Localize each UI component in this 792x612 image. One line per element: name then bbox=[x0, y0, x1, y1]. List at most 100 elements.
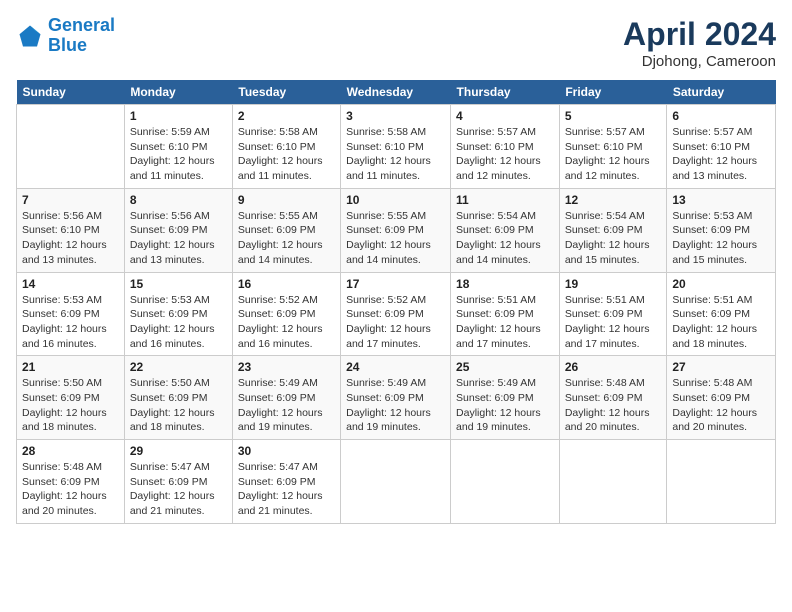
calendar-cell: 30 Sunrise: 5:47 AMSunset: 6:09 PMDaylig… bbox=[232, 440, 340, 524]
calendar-cell: 2 Sunrise: 5:58 AMSunset: 6:10 PMDayligh… bbox=[232, 105, 340, 189]
calendar-cell: 3 Sunrise: 5:58 AMSunset: 6:10 PMDayligh… bbox=[341, 105, 451, 189]
col-thursday: Thursday bbox=[451, 80, 560, 105]
calendar-cell: 13 Sunrise: 5:53 AMSunset: 6:09 PMDaylig… bbox=[667, 188, 776, 272]
day-number: 18 bbox=[456, 277, 554, 291]
col-sunday: Sunday bbox=[17, 80, 125, 105]
location: Djohong, Cameroon bbox=[623, 53, 776, 70]
day-info: Sunrise: 5:54 AMSunset: 6:09 PMDaylight:… bbox=[565, 209, 662, 268]
calendar-cell: 6 Sunrise: 5:57 AMSunset: 6:10 PMDayligh… bbox=[667, 105, 776, 189]
day-number: 15 bbox=[130, 277, 227, 291]
calendar-cell: 27 Sunrise: 5:48 AMSunset: 6:09 PMDaylig… bbox=[667, 356, 776, 440]
day-number: 5 bbox=[565, 109, 662, 123]
calendar-table: Sunday Monday Tuesday Wednesday Thursday… bbox=[16, 80, 776, 524]
calendar-cell: 22 Sunrise: 5:50 AMSunset: 6:09 PMDaylig… bbox=[124, 356, 232, 440]
day-number: 25 bbox=[456, 360, 554, 374]
day-number: 1 bbox=[130, 109, 227, 123]
calendar-cell: 9 Sunrise: 5:55 AMSunset: 6:09 PMDayligh… bbox=[232, 188, 340, 272]
calendar-cell: 5 Sunrise: 5:57 AMSunset: 6:10 PMDayligh… bbox=[559, 105, 667, 189]
day-info: Sunrise: 5:49 AMSunset: 6:09 PMDaylight:… bbox=[238, 376, 335, 435]
day-info: Sunrise: 5:52 AMSunset: 6:09 PMDaylight:… bbox=[238, 293, 335, 352]
header-row: Sunday Monday Tuesday Wednesday Thursday… bbox=[17, 80, 776, 105]
day-info: Sunrise: 5:48 AMSunset: 6:09 PMDaylight:… bbox=[22, 460, 119, 519]
calendar-cell bbox=[667, 440, 776, 524]
logo-line2: Blue bbox=[48, 35, 87, 55]
calendar-week-2: 14 Sunrise: 5:53 AMSunset: 6:09 PMDaylig… bbox=[17, 272, 776, 356]
calendar-week-4: 28 Sunrise: 5:48 AMSunset: 6:09 PMDaylig… bbox=[17, 440, 776, 524]
day-number: 30 bbox=[238, 444, 335, 458]
day-info: Sunrise: 5:48 AMSunset: 6:09 PMDaylight:… bbox=[565, 376, 662, 435]
calendar-cell: 24 Sunrise: 5:49 AMSunset: 6:09 PMDaylig… bbox=[341, 356, 451, 440]
calendar-week-3: 21 Sunrise: 5:50 AMSunset: 6:09 PMDaylig… bbox=[17, 356, 776, 440]
calendar-cell: 28 Sunrise: 5:48 AMSunset: 6:09 PMDaylig… bbox=[17, 440, 125, 524]
day-info: Sunrise: 5:47 AMSunset: 6:09 PMDaylight:… bbox=[130, 460, 227, 519]
day-info: Sunrise: 5:53 AMSunset: 6:09 PMDaylight:… bbox=[22, 293, 119, 352]
day-number: 13 bbox=[672, 193, 770, 207]
day-number: 26 bbox=[565, 360, 662, 374]
day-number: 14 bbox=[22, 277, 119, 291]
day-info: Sunrise: 5:49 AMSunset: 6:09 PMDaylight:… bbox=[456, 376, 554, 435]
calendar-cell: 11 Sunrise: 5:54 AMSunset: 6:09 PMDaylig… bbox=[451, 188, 560, 272]
col-wednesday: Wednesday bbox=[341, 80, 451, 105]
day-number: 8 bbox=[130, 193, 227, 207]
calendar-cell: 4 Sunrise: 5:57 AMSunset: 6:10 PMDayligh… bbox=[451, 105, 560, 189]
calendar-cell: 23 Sunrise: 5:49 AMSunset: 6:09 PMDaylig… bbox=[232, 356, 340, 440]
calendar-cell: 17 Sunrise: 5:52 AMSunset: 6:09 PMDaylig… bbox=[341, 272, 451, 356]
day-info: Sunrise: 5:53 AMSunset: 6:09 PMDaylight:… bbox=[672, 209, 770, 268]
day-number: 7 bbox=[22, 193, 119, 207]
day-info: Sunrise: 5:48 AMSunset: 6:09 PMDaylight:… bbox=[672, 376, 770, 435]
day-info: Sunrise: 5:49 AMSunset: 6:09 PMDaylight:… bbox=[346, 376, 445, 435]
calendar-cell bbox=[341, 440, 451, 524]
calendar-cell: 19 Sunrise: 5:51 AMSunset: 6:09 PMDaylig… bbox=[559, 272, 667, 356]
day-info: Sunrise: 5:50 AMSunset: 6:09 PMDaylight:… bbox=[22, 376, 119, 435]
day-info: Sunrise: 5:51 AMSunset: 6:09 PMDaylight:… bbox=[456, 293, 554, 352]
calendar-week-1: 7 Sunrise: 5:56 AMSunset: 6:10 PMDayligh… bbox=[17, 188, 776, 272]
logo-text: General Blue bbox=[48, 16, 115, 56]
calendar-cell: 1 Sunrise: 5:59 AMSunset: 6:10 PMDayligh… bbox=[124, 105, 232, 189]
calendar-cell: 8 Sunrise: 5:56 AMSunset: 6:09 PMDayligh… bbox=[124, 188, 232, 272]
day-number: 22 bbox=[130, 360, 227, 374]
col-tuesday: Tuesday bbox=[232, 80, 340, 105]
calendar-cell: 29 Sunrise: 5:47 AMSunset: 6:09 PMDaylig… bbox=[124, 440, 232, 524]
day-info: Sunrise: 5:55 AMSunset: 6:09 PMDaylight:… bbox=[346, 209, 445, 268]
day-number: 21 bbox=[22, 360, 119, 374]
day-info: Sunrise: 5:58 AMSunset: 6:10 PMDaylight:… bbox=[346, 125, 445, 184]
day-number: 27 bbox=[672, 360, 770, 374]
day-number: 17 bbox=[346, 277, 445, 291]
day-number: 9 bbox=[238, 193, 335, 207]
day-info: Sunrise: 5:59 AMSunset: 6:10 PMDaylight:… bbox=[130, 125, 227, 184]
day-number: 3 bbox=[346, 109, 445, 123]
day-number: 16 bbox=[238, 277, 335, 291]
title-area: April 2024 Djohong, Cameroon bbox=[623, 16, 776, 70]
day-info: Sunrise: 5:56 AMSunset: 6:10 PMDaylight:… bbox=[22, 209, 119, 268]
day-number: 11 bbox=[456, 193, 554, 207]
calendar-cell bbox=[451, 440, 560, 524]
day-info: Sunrise: 5:47 AMSunset: 6:09 PMDaylight:… bbox=[238, 460, 335, 519]
day-number: 12 bbox=[565, 193, 662, 207]
calendar-cell: 25 Sunrise: 5:49 AMSunset: 6:09 PMDaylig… bbox=[451, 356, 560, 440]
calendar-cell: 10 Sunrise: 5:55 AMSunset: 6:09 PMDaylig… bbox=[341, 188, 451, 272]
calendar-cell: 21 Sunrise: 5:50 AMSunset: 6:09 PMDaylig… bbox=[17, 356, 125, 440]
calendar-cell: 18 Sunrise: 5:51 AMSunset: 6:09 PMDaylig… bbox=[451, 272, 560, 356]
calendar-cell: 16 Sunrise: 5:52 AMSunset: 6:09 PMDaylig… bbox=[232, 272, 340, 356]
calendar-cell: 7 Sunrise: 5:56 AMSunset: 6:10 PMDayligh… bbox=[17, 188, 125, 272]
day-info: Sunrise: 5:52 AMSunset: 6:09 PMDaylight:… bbox=[346, 293, 445, 352]
calendar-cell: 12 Sunrise: 5:54 AMSunset: 6:09 PMDaylig… bbox=[559, 188, 667, 272]
day-info: Sunrise: 5:56 AMSunset: 6:09 PMDaylight:… bbox=[130, 209, 227, 268]
day-info: Sunrise: 5:55 AMSunset: 6:09 PMDaylight:… bbox=[238, 209, 335, 268]
calendar-cell: 14 Sunrise: 5:53 AMSunset: 6:09 PMDaylig… bbox=[17, 272, 125, 356]
day-number: 24 bbox=[346, 360, 445, 374]
day-info: Sunrise: 5:58 AMSunset: 6:10 PMDaylight:… bbox=[238, 125, 335, 184]
day-info: Sunrise: 5:51 AMSunset: 6:09 PMDaylight:… bbox=[565, 293, 662, 352]
page: General Blue April 2024 Djohong, Cameroo… bbox=[0, 0, 792, 612]
day-info: Sunrise: 5:51 AMSunset: 6:09 PMDaylight:… bbox=[672, 293, 770, 352]
day-number: 23 bbox=[238, 360, 335, 374]
day-number: 20 bbox=[672, 277, 770, 291]
calendar-cell: 20 Sunrise: 5:51 AMSunset: 6:09 PMDaylig… bbox=[667, 272, 776, 356]
calendar-cell: 15 Sunrise: 5:53 AMSunset: 6:09 PMDaylig… bbox=[124, 272, 232, 356]
day-info: Sunrise: 5:57 AMSunset: 6:10 PMDaylight:… bbox=[672, 125, 770, 184]
header: General Blue April 2024 Djohong, Cameroo… bbox=[16, 16, 776, 70]
calendar-cell bbox=[559, 440, 667, 524]
day-number: 28 bbox=[22, 444, 119, 458]
col-saturday: Saturday bbox=[667, 80, 776, 105]
logo-line1: General bbox=[48, 15, 115, 35]
